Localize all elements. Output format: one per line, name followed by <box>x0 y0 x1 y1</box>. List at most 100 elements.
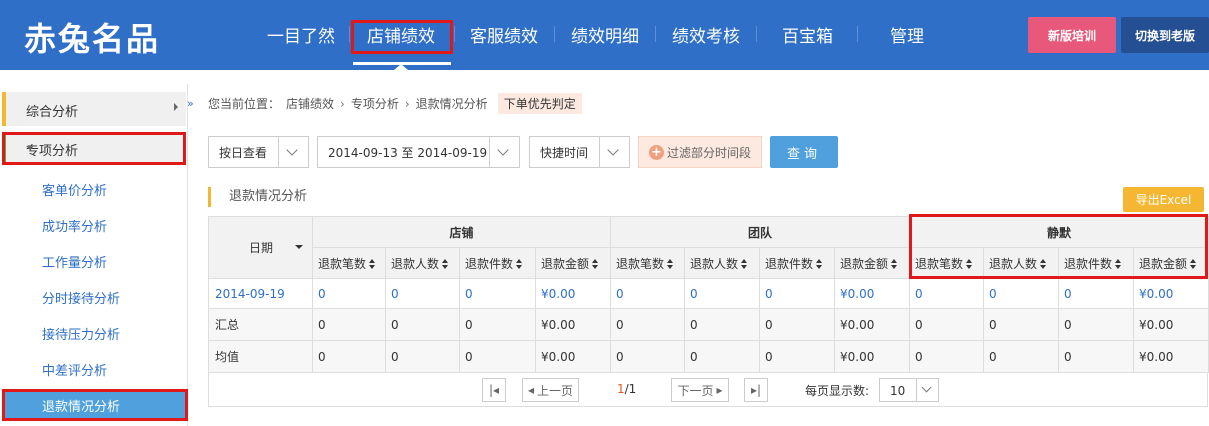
table-cell[interactable]: 0 <box>759 278 836 309</box>
table-cell: 0 <box>1058 308 1135 341</box>
export-excel-button[interactable]: 导出Excel <box>1123 187 1204 212</box>
sidebar-item-hourly-reception[interactable]: 分时接待分析 <box>42 288 120 307</box>
table-cell: 0 <box>1058 340 1135 373</box>
nav-caret-icon <box>394 64 408 70</box>
row-label: 均值 <box>208 340 313 373</box>
table-cell: 0 <box>684 340 761 373</box>
table-cell[interactable]: 0 <box>983 278 1060 309</box>
nav-divider <box>756 26 757 42</box>
view-mode-select[interactable]: 按日查看 <box>208 136 309 168</box>
table-cell: 0 <box>459 308 536 341</box>
table-cell: 0 <box>759 340 836 373</box>
nav-toolbox[interactable]: 百宝箱 <box>782 22 833 47</box>
column-header-refund-count[interactable]: 退款笔数 <box>610 247 686 279</box>
nav-overview[interactable]: 一目了然 <box>267 22 335 47</box>
column-header-refund-people[interactable]: 退款人数 <box>684 247 761 279</box>
table-cell[interactable]: 0 <box>909 278 985 309</box>
sort-icon <box>741 259 748 269</box>
sidebar-item-avg-order[interactable]: 客单价分析 <box>42 180 107 199</box>
column-header-refund-amount[interactable]: 退款金额 <box>834 247 911 279</box>
header-label: 退款笔数 <box>616 256 665 271</box>
query-button[interactable]: 查询 <box>770 136 838 168</box>
table-cell: ¥0.00 <box>834 340 911 373</box>
table-cell[interactable]: ¥0.00 <box>834 278 911 309</box>
header-label: 退款人数 <box>690 256 739 271</box>
nav-divider <box>349 26 350 42</box>
first-page-button[interactable]: |◂ <box>482 378 506 402</box>
per-page-select[interactable]: 10 <box>879 378 939 402</box>
table-cell: ¥0.00 <box>534 340 612 373</box>
breadcrumb-separator: › <box>340 96 345 111</box>
nav-divider <box>454 26 455 42</box>
row-label[interactable]: 2014-09-19 <box>208 278 313 309</box>
column-header-refund-items[interactable]: 退款件数 <box>459 247 536 279</box>
section-title: 退款情况分析 <box>208 187 307 207</box>
table-cell: 0 <box>909 308 985 341</box>
table-row: 2014-09-19 0 0 0 ¥0.00 0 0 0 ¥0.00 0 0 0 ¥0.00 <box>208 278 1209 309</box>
table-cell[interactable]: 0 <box>459 278 536 309</box>
order-priority-tag[interactable]: 下单优先判定 <box>497 93 582 114</box>
table-cell[interactable]: 0 <box>312 278 386 309</box>
nav-performance-review[interactable]: 绩效考核 <box>672 22 740 47</box>
filter-time-button[interactable]: + 过滤部分时间段 <box>638 136 762 168</box>
breadcrumb-item[interactable]: 专项分析 <box>351 95 399 112</box>
table-cell: 0 <box>385 308 460 341</box>
table-cell: 0 <box>385 340 460 373</box>
table-cell: ¥0.00 <box>834 308 911 341</box>
table-cell: 0 <box>983 340 1060 373</box>
sidebar-item-negative-review[interactable]: 中差评分析 <box>42 360 107 379</box>
next-icon: ▸ <box>716 383 723 397</box>
page-indicator: 1/1 <box>617 382 636 396</box>
header-label: 退款件数 <box>465 256 514 271</box>
quick-time-select[interactable]: 快捷时间 <box>529 136 630 168</box>
table-cell[interactable]: 0 <box>610 278 686 309</box>
table-cell: 0 <box>983 308 1060 341</box>
table-cell[interactable]: 0 <box>1058 278 1135 309</box>
prev-page-button[interactable]: ◂ 上一页 <box>522 378 579 402</box>
training-button[interactable]: 新版培训 <box>1028 17 1116 53</box>
sidebar-item-workload[interactable]: 工作量分析 <box>42 252 107 271</box>
sort-icon <box>442 259 449 269</box>
next-page-label: 下一页 <box>677 383 714 398</box>
header-label: 退款人数 <box>391 256 440 271</box>
table-cell[interactable]: ¥0.00 <box>534 278 612 309</box>
switch-old-version-button[interactable]: 切换到老版 <box>1121 17 1209 53</box>
silent-group-highlight-box <box>909 214 1208 279</box>
table-cell[interactable]: 0 <box>385 278 460 309</box>
nav-manage[interactable]: 管理 <box>890 22 924 47</box>
date-range-picker[interactable]: 2014-09-13 至 2014-09-19 <box>317 136 520 168</box>
sort-down-icon <box>295 245 303 249</box>
sort-icon <box>369 259 376 269</box>
chevron-down-icon <box>278 137 308 167</box>
sidebar-group-overall[interactable]: 综合分析 <box>2 92 186 126</box>
table-cell[interactable]: 0 <box>684 278 761 309</box>
nav-service-performance[interactable]: 客服绩效 <box>470 22 538 47</box>
breadcrumb-item[interactable]: 店铺绩效 <box>286 95 334 112</box>
chevron-right-icon <box>174 103 178 111</box>
plus-icon: + <box>649 144 664 160</box>
table-cell[interactable]: ¥0.00 <box>1133 278 1209 309</box>
column-header-refund-items[interactable]: 退款件数 <box>759 247 836 279</box>
nav-highlight-box <box>351 20 453 54</box>
table-cell: 0 <box>459 340 536 373</box>
sidebar-item-reception-pressure[interactable]: 接待压力分析 <box>42 324 120 343</box>
last-page-icon: ▸| <box>750 383 762 397</box>
table-cell: ¥0.00 <box>1133 308 1209 341</box>
nav-divider <box>857 26 858 42</box>
chevron-down-icon <box>599 137 629 167</box>
next-page-button[interactable]: 下一页 ▸ <box>671 378 729 402</box>
breadcrumb-item: 退款情况分析 <box>415 97 488 111</box>
column-header-refund-count[interactable]: 退款笔数 <box>312 247 386 279</box>
date-column-header[interactable]: 日期 <box>208 216 313 279</box>
nav-performance-detail[interactable]: 绩效明细 <box>571 22 639 47</box>
breadcrumb-separator: › <box>404 96 410 111</box>
table-cell: ¥0.00 <box>534 308 612 341</box>
last-page-button[interactable]: ▸| <box>744 378 768 402</box>
sidebar: 综合分析 专项分析 客单价分析 成功率分析 工作量分析 分时接待分析 接待压力分… <box>0 84 188 426</box>
table-cell: 0 <box>610 308 686 341</box>
sidebar-item-success-rate[interactable]: 成功率分析 <box>42 216 107 235</box>
collapse-sidebar-icon[interactable]: » <box>187 97 194 110</box>
column-header-refund-amount[interactable]: 退款金额 <box>534 247 612 279</box>
prev-icon: ◂ <box>527 383 534 397</box>
column-header-refund-people[interactable]: 退款人数 <box>385 247 460 279</box>
